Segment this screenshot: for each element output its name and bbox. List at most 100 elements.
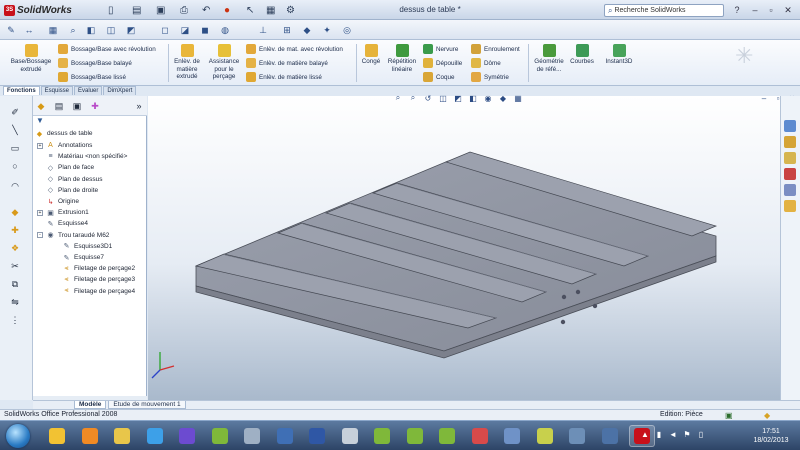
- tab-model[interactable]: Modèle: [74, 401, 107, 409]
- tree-item[interactable]: ⫷ Filetage de perçage3: [53, 275, 136, 284]
- save-icon[interactable]: ▣: [156, 3, 165, 17]
- taskbar-messenger3-icon[interactable]: [402, 425, 428, 447]
- restore-icon[interactable]: ▫: [764, 4, 778, 16]
- fillet-button[interactable]: Congé: [358, 44, 384, 66]
- lofted-cut-button[interactable]: Enlèv. de matière lissé: [246, 72, 322, 82]
- search-results-icon[interactable]: [784, 168, 796, 180]
- taskbar-weather-icon[interactable]: [239, 425, 265, 447]
- zoom-to-area-icon[interactable]: ⌕: [407, 92, 419, 104]
- tree-item[interactable]: ✎ Esquisse3D1: [53, 242, 113, 251]
- previous-view-icon[interactable]: ↺: [422, 92, 434, 104]
- tree-item[interactable]: + ▣ Extrusion1: [37, 208, 89, 217]
- tree-item[interactable]: ⫷ Filetage de perçage4: [53, 287, 136, 296]
- tray-expand-icon[interactable]: ▲: [640, 429, 650, 439]
- mirror-tool-icon[interactable]: ⇋: [9, 296, 21, 308]
- pattern-tool-icon[interactable]: ⋮: [9, 314, 21, 326]
- expand-panel-icon[interactable]: »: [133, 100, 145, 112]
- select-filter-icon[interactable]: ▦: [46, 23, 60, 37]
- draft-button[interactable]: Dépouille: [423, 58, 462, 68]
- apply-scene-icon[interactable]: ▦: [512, 92, 524, 104]
- hidden-lines-icon[interactable]: ◪: [178, 23, 192, 37]
- dimxpert-tab-icon[interactable]: ✚: [89, 100, 101, 112]
- volume-icon[interactable]: ◄: [668, 429, 678, 439]
- power-icon[interactable]: ▯: [696, 429, 706, 439]
- extruded-cut-button[interactable]: Enlèv. de matière extrudé: [170, 44, 204, 81]
- taskbar-messenger-icon[interactable]: [207, 425, 233, 447]
- feature-manager-tab-icon[interactable]: ◆: [35, 100, 47, 112]
- taskbar-messenger4-icon[interactable]: [434, 425, 460, 447]
- appearance-icon[interactable]: ◆: [300, 23, 314, 37]
- traffic-light-icon[interactable]: ●: [224, 3, 230, 17]
- close-icon[interactable]: ✕: [781, 4, 795, 16]
- measure-icon[interactable]: ⊥: [256, 23, 270, 37]
- minimize-icon[interactable]: –: [748, 4, 762, 16]
- flag-icon[interactable]: ⚑: [682, 429, 692, 439]
- display-style-icon[interactable]: ◧: [467, 92, 479, 104]
- taskbar-presentation-icon[interactable]: [499, 425, 525, 447]
- taskbar-settings-icon[interactable]: [564, 425, 590, 447]
- smart-dimension-icon[interactable]: ↔: [22, 23, 36, 37]
- network-icon[interactable]: ▮: [654, 429, 664, 439]
- mass-props-icon[interactable]: ⊞: [280, 23, 294, 37]
- tree-item[interactable]: ◇ Plan de droite: [37, 186, 98, 195]
- tree-item[interactable]: ✎ Esquisse4: [37, 219, 88, 228]
- tree-item[interactable]: - ◉ Trou taraudé M62: [37, 231, 109, 240]
- taskbar-messenger2-icon[interactable]: [369, 425, 395, 447]
- graphics-area[interactable]: [148, 96, 780, 400]
- taskbar-media-player-icon[interactable]: [77, 425, 103, 447]
- taskbar-paint-icon[interactable]: [467, 425, 493, 447]
- tree-item[interactable]: ✎ Esquisse7: [53, 253, 104, 262]
- property-manager-tab-icon[interactable]: ▤: [53, 100, 65, 112]
- open-icon[interactable]: ▤: [132, 3, 141, 17]
- section-icon[interactable]: ◫: [104, 23, 118, 37]
- solidworks-resources-icon[interactable]: [784, 120, 796, 132]
- start-button[interactable]: [6, 424, 30, 448]
- rebuild-status-icon[interactable]: ◆: [764, 411, 770, 420]
- print-icon[interactable]: ⎙: [180, 3, 188, 17]
- expand-toggle-icon[interactable]: -: [37, 232, 43, 239]
- taskbar-word-icon[interactable]: [304, 425, 330, 447]
- design-library-icon[interactable]: [784, 136, 796, 148]
- taskbar-file-manager-icon[interactable]: [109, 425, 135, 447]
- select-icon[interactable]: ↖: [246, 3, 254, 17]
- tree-item[interactable]: ≡ Matériau <non spécifié>: [37, 152, 127, 161]
- line-tool-icon[interactable]: ╲: [9, 124, 21, 136]
- sketch-icon[interactable]: ✎: [4, 23, 18, 37]
- edit-appearance-icon[interactable]: ◆: [497, 92, 509, 104]
- tree-filter[interactable]: ▼: [33, 116, 147, 125]
- hint-tool-icon[interactable]: ◆: [9, 206, 21, 218]
- trim-tool-icon[interactable]: ✂: [9, 260, 21, 272]
- section-view-icon[interactable]: ◫: [437, 92, 449, 104]
- hole-wizard-button[interactable]: Assistance pour le perçage: [206, 44, 242, 81]
- view-orientation-icon[interactable]: ◩: [124, 23, 138, 37]
- taskbar-calculator-icon[interactable]: [337, 425, 363, 447]
- clock[interactable]: 17:51 18/02/2013: [748, 427, 794, 445]
- lofted-boss-button[interactable]: Bossage/Base lissé: [58, 72, 126, 82]
- swept-boss-button[interactable]: Bossage/Base balayé: [58, 58, 132, 68]
- reference-geometry-button[interactable]: Géométrie de réfé...: [530, 44, 568, 73]
- relation-tool-icon[interactable]: ✚: [9, 224, 21, 236]
- revolve-cut-button[interactable]: Enlèv. de mat. avec révolution: [246, 44, 343, 54]
- wrap-button[interactable]: Enroulement: [471, 44, 520, 54]
- taskbar-explorer-icon[interactable]: [44, 425, 70, 447]
- zoom-area-icon[interactable]: ⌕: [66, 23, 80, 37]
- tab-fonctions[interactable]: Fonctions: [3, 86, 40, 95]
- perspective-icon[interactable]: ◍: [218, 23, 232, 37]
- swept-cut-button[interactable]: Enlèv. de matière balayé: [246, 58, 328, 68]
- camera-icon[interactable]: ◎: [340, 23, 354, 37]
- curves-button[interactable]: Courbes: [569, 44, 595, 66]
- configuration-manager-tab-icon[interactable]: ▣: [71, 100, 83, 112]
- tree-root[interactable]: ◆ dessus de table: [35, 129, 93, 138]
- linear-pattern-button[interactable]: Répétition linéaire: [385, 44, 419, 73]
- viewport-minimize-icon[interactable]: –: [758, 92, 770, 104]
- zoom-to-fit-icon[interactable]: ⌕: [392, 92, 404, 104]
- tree-item[interactable]: ⫷ Filetage de perçage2: [53, 264, 136, 273]
- shell-button[interactable]: Coque: [423, 72, 455, 82]
- mirror-button[interactable]: Symétrie: [471, 72, 509, 82]
- taskbar-nvu-icon[interactable]: [174, 425, 200, 447]
- lights-icon[interactable]: ✦: [320, 23, 334, 37]
- taskbar-browser-icon[interactable]: [597, 425, 623, 447]
- circle-tool-icon[interactable]: ○: [9, 160, 21, 172]
- rib-button[interactable]: Nervure: [423, 44, 458, 54]
- tree-item[interactable]: ◇ Plan de face: [37, 163, 94, 172]
